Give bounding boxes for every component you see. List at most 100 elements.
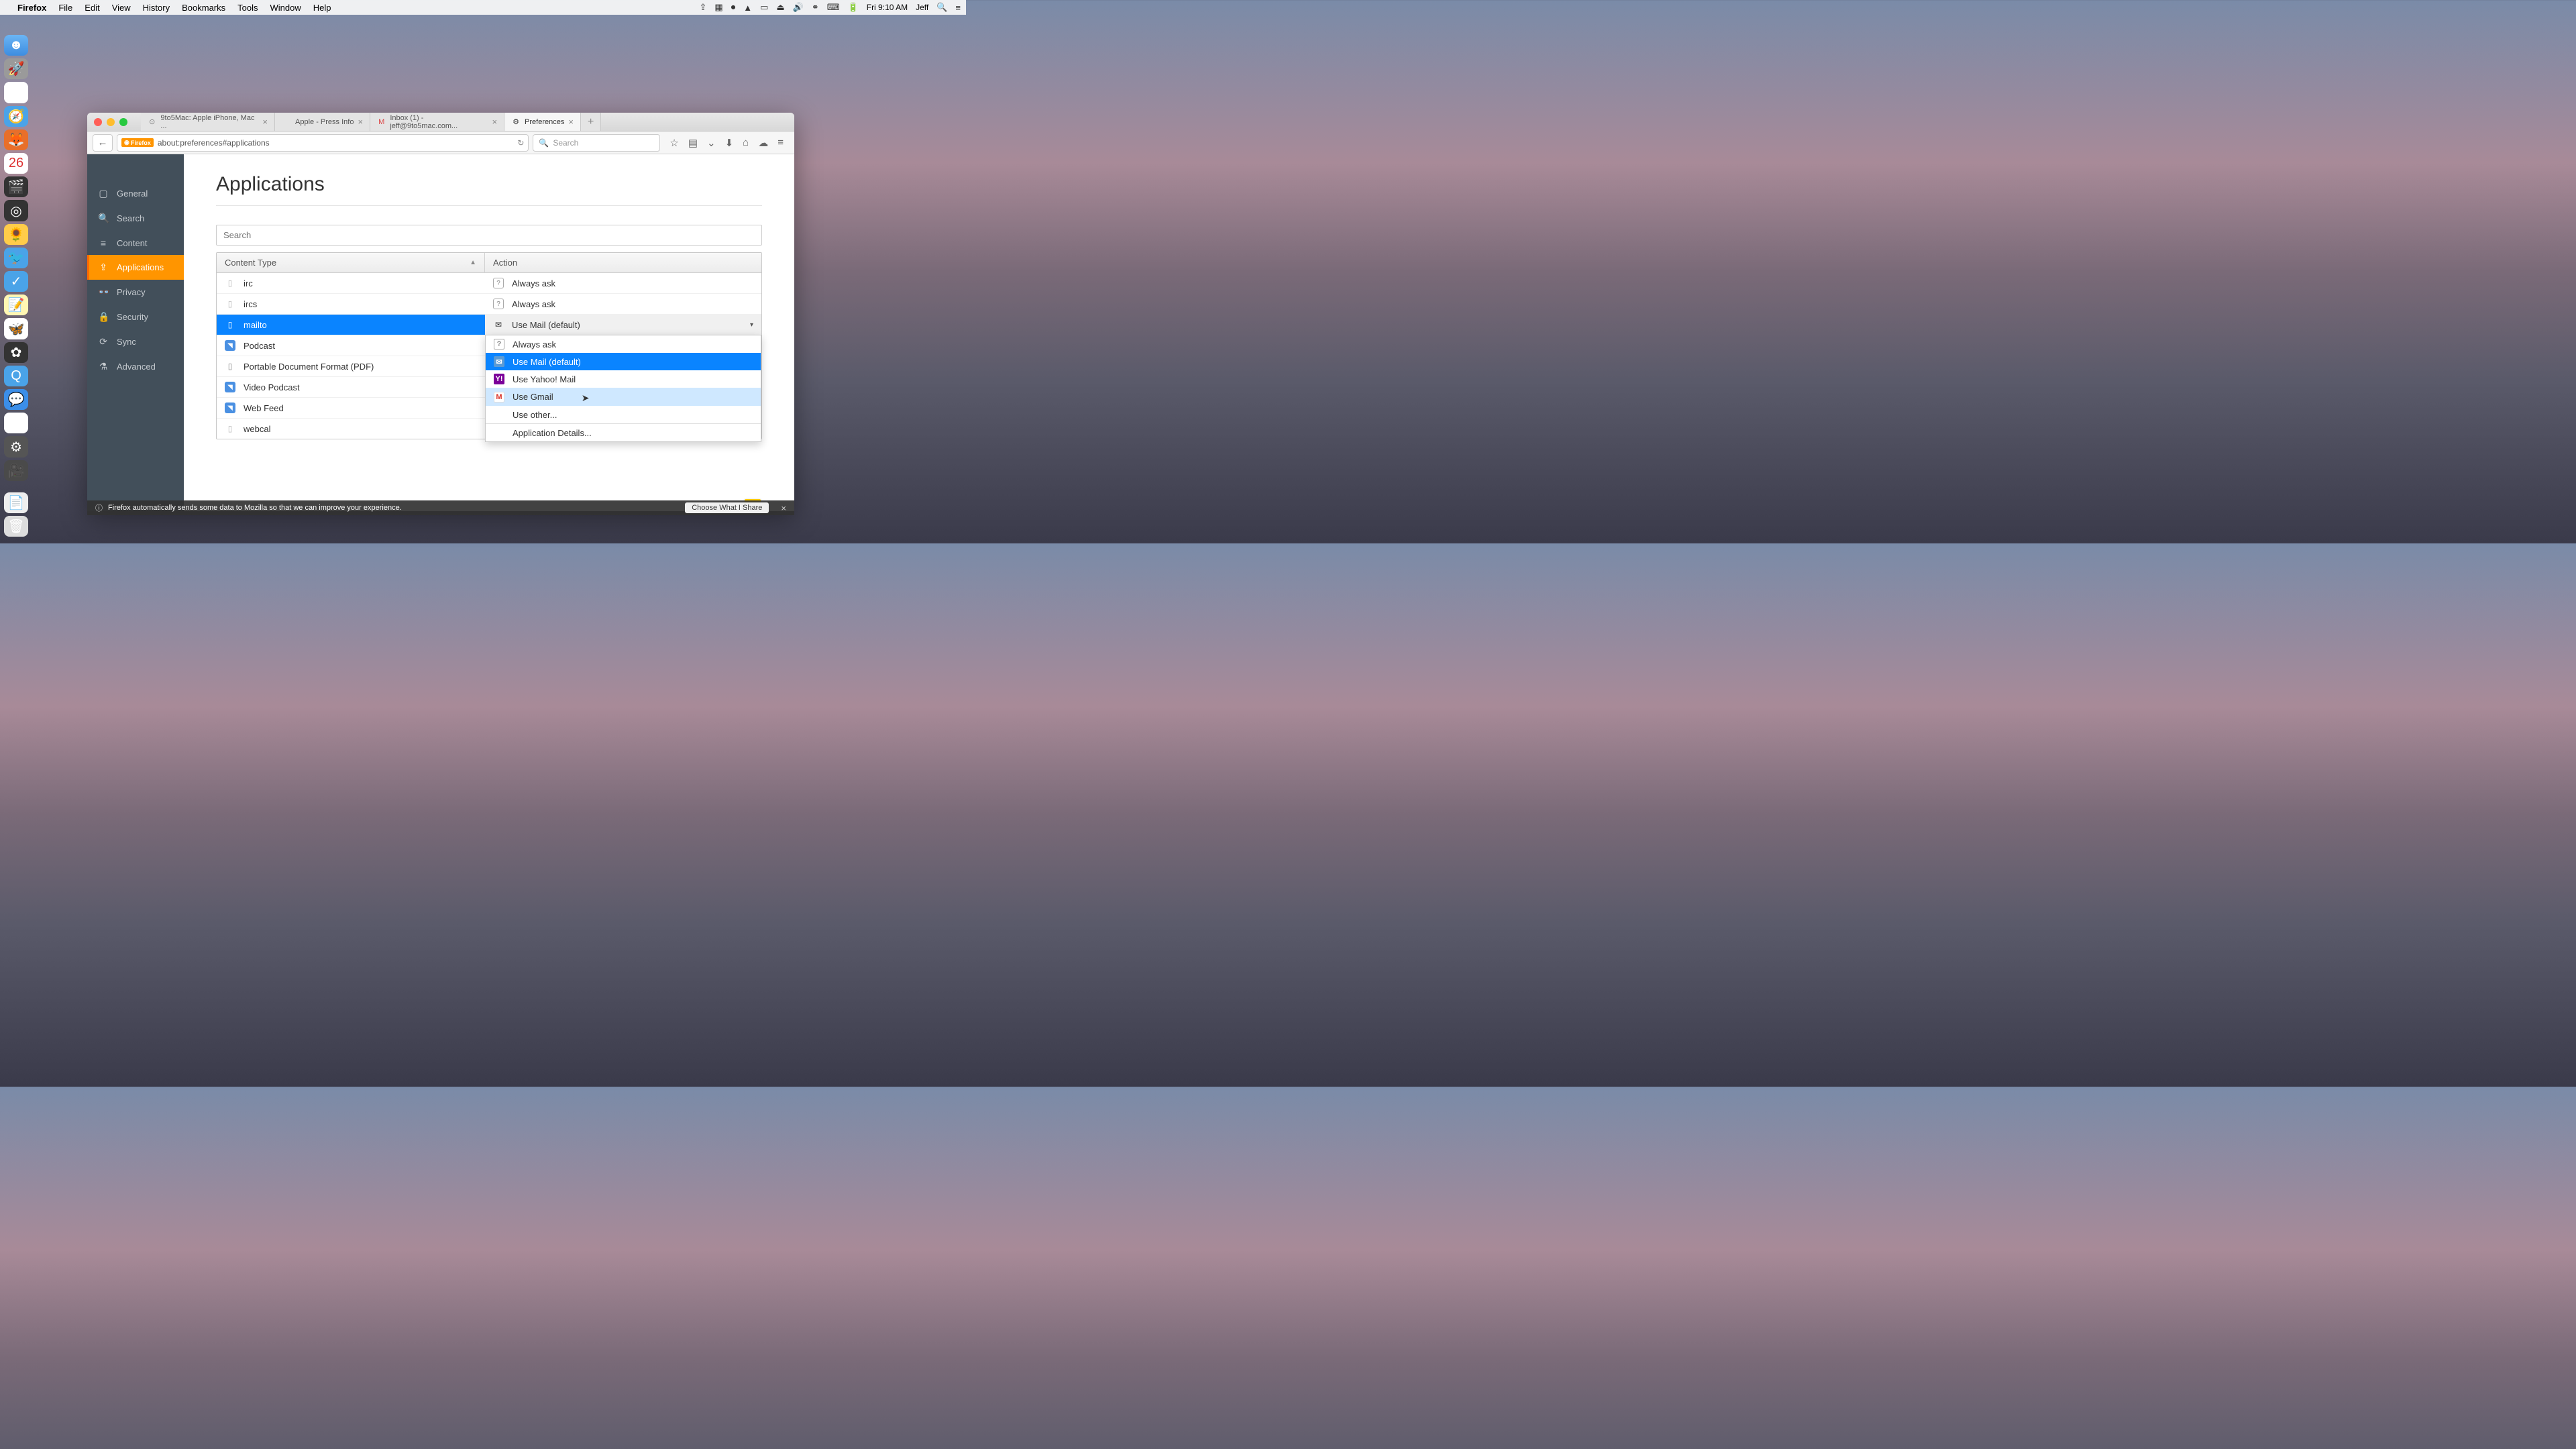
app-name[interactable]: Firefox xyxy=(17,3,46,13)
reload-icon[interactable]: ↻ xyxy=(517,138,524,148)
menu-window[interactable]: Window xyxy=(270,3,301,13)
dock-finalcut[interactable]: 🎬 xyxy=(4,176,28,197)
clock[interactable]: Fri 9:10 AM xyxy=(867,3,908,12)
sidebar-item-content[interactable]: ≡Content xyxy=(87,231,184,255)
dock-compressor[interactable]: ◎ xyxy=(4,200,28,221)
dock-photos[interactable]: ✿ xyxy=(4,342,28,363)
blank-icon xyxy=(494,409,504,420)
gmail-icon: M xyxy=(494,392,504,402)
search-bar[interactable]: 🔍 Search xyxy=(533,134,660,152)
window-minimize-button[interactable] xyxy=(107,118,115,126)
display-icon[interactable]: ▭ xyxy=(760,2,768,13)
url-bar[interactable]: ◉ Firefox about:preferences#applications… xyxy=(117,134,529,152)
dock-notes[interactable]: 📝 xyxy=(4,294,28,315)
content-type-label: webcal xyxy=(244,424,270,434)
firefox-window: ⊙9to5Mac: Apple iPhone, Mac ...× Apple -… xyxy=(87,113,794,511)
dock-butterfly[interactable]: 🦋 xyxy=(4,318,28,339)
choose-share-button[interactable]: Choose What I Share xyxy=(685,502,769,513)
column-action[interactable]: Action xyxy=(485,253,761,272)
close-tab-icon[interactable]: × xyxy=(568,117,574,127)
menu-file[interactable]: File xyxy=(58,3,72,13)
window-maximize-button[interactable] xyxy=(119,118,127,126)
dock-downloads[interactable]: 📄 xyxy=(4,492,28,513)
dock-tweetbot[interactable]: 🐦 xyxy=(4,248,28,268)
ask-icon: ? xyxy=(493,278,504,288)
dock-firefox[interactable]: 🦊 xyxy=(4,129,28,150)
pocket-icon[interactable]: ⌄ xyxy=(707,137,716,149)
dock-quicktime[interactable]: 🎥 xyxy=(4,460,28,481)
dropdown-option-other[interactable]: Use other... xyxy=(486,406,761,423)
dropdown-option-always-ask[interactable]: ?Always ask xyxy=(486,335,761,353)
menu-bookmarks[interactable]: Bookmarks xyxy=(182,3,225,13)
text-input-icon[interactable]: ⌨ xyxy=(827,2,840,13)
close-tab-icon[interactable]: × xyxy=(262,117,268,127)
wifi-icon[interactable]: ⚭ xyxy=(812,2,819,13)
dropdown-option-yahoo[interactable]: Y!Use Yahoo! Mail xyxy=(486,370,761,388)
sidebar-item-general[interactable]: ▢General xyxy=(87,181,184,206)
dock-launchpad[interactable]: 🚀 xyxy=(4,58,28,79)
dock-app[interactable]: Q xyxy=(4,366,28,386)
dock-things[interactable]: ✓ xyxy=(4,271,28,292)
eject-icon[interactable]: ⏏ xyxy=(776,2,784,13)
dropbox-icon[interactable]: ⇪ xyxy=(700,2,707,13)
close-tab-icon[interactable]: × xyxy=(492,117,497,127)
ask-icon: ? xyxy=(493,299,504,309)
dock-safari[interactable]: 🧭 xyxy=(4,106,28,127)
tab-preferences[interactable]: ⚙Preferences× xyxy=(504,113,581,131)
content-type-label: mailto xyxy=(244,320,267,330)
dock-finder[interactable]: ☻ xyxy=(4,35,28,56)
back-button[interactable]: ← xyxy=(93,134,113,152)
dock-iphoto[interactable]: 🌻 xyxy=(4,224,28,245)
dock-trash[interactable]: 🗑 xyxy=(4,516,28,537)
tab-inbox[interactable]: MInbox (1) - jeff@9to5mac.com...× xyxy=(370,113,504,131)
window-close-button[interactable] xyxy=(94,118,102,126)
dock-settings[interactable]: ⚙ xyxy=(4,436,28,457)
notification-center-icon[interactable]: ≡ xyxy=(955,3,961,13)
dropdown-option-details[interactable]: Application Details... xyxy=(486,423,761,441)
new-tab-button[interactable]: + xyxy=(581,113,601,131)
sidebar-item-search[interactable]: 🔍Search xyxy=(87,206,184,231)
menu-view[interactable]: View xyxy=(112,3,131,13)
chat-icon[interactable]: ☁ xyxy=(758,137,768,149)
dock-chrome[interactable]: ◉ xyxy=(4,82,28,103)
tab-9to5mac[interactable]: ⊙9to5Mac: Apple iPhone, Mac ...× xyxy=(141,113,275,131)
table-row[interactable]: ▯ircs ?Always ask xyxy=(217,294,761,315)
bookmark-star-icon[interactable]: ☆ xyxy=(669,137,678,149)
menu-tools[interactable]: Tools xyxy=(237,3,258,13)
dock-itunes[interactable]: ♫ xyxy=(4,413,28,433)
sidebar-item-privacy[interactable]: 👓Privacy xyxy=(87,280,184,305)
menu-help[interactable]: Help xyxy=(313,3,331,13)
applications-filter-input[interactable] xyxy=(216,225,762,246)
close-infobar-icon[interactable]: × xyxy=(781,503,786,513)
dock-messages[interactable]: 💬 xyxy=(4,389,28,410)
column-content-type[interactable]: Content Type▲ xyxy=(217,253,485,272)
sidebar-item-security[interactable]: 🔒Security xyxy=(87,305,184,329)
menu-history[interactable]: History xyxy=(143,3,170,13)
action-dropdown[interactable]: ✉ Use Mail (default) ▾ ?Always ask ✉Use … xyxy=(485,315,761,335)
dock-calendar[interactable]: 26 xyxy=(4,153,28,174)
ask-icon: ? xyxy=(494,339,504,350)
table-row-selected[interactable]: ▯mailto ✉ Use Mail (default) ▾ ?Always a… xyxy=(217,315,761,335)
sidebar-item-advanced[interactable]: ⚗Advanced xyxy=(87,354,184,379)
sidebar-item-label: General xyxy=(117,189,148,199)
menubar-icon[interactable]: ▦ xyxy=(714,2,722,13)
dropdown-option-mail[interactable]: ✉Use Mail (default) xyxy=(486,353,761,370)
reader-icon[interactable]: ▤ xyxy=(688,137,698,149)
user-name[interactable]: Jeff xyxy=(916,3,928,12)
sidebar-item-applications[interactable]: ⇪Applications xyxy=(87,255,184,280)
dropdown-option-gmail[interactable]: MUse Gmail➤ xyxy=(486,388,761,406)
menu-icon[interactable]: ≡ xyxy=(777,137,784,149)
close-tab-icon[interactable]: × xyxy=(358,117,363,127)
tab-label: Apple - Press Info xyxy=(295,118,354,126)
table-row[interactable]: ▯irc ?Always ask xyxy=(217,273,761,294)
record-icon[interactable]: ⏺ xyxy=(731,2,736,13)
menu-edit[interactable]: Edit xyxy=(85,3,99,13)
downloads-icon[interactable]: ⬇ xyxy=(725,137,734,149)
home-icon[interactable]: ⌂ xyxy=(743,137,749,149)
sidebar-item-sync[interactable]: ⟳Sync xyxy=(87,329,184,354)
spotlight-icon[interactable]: 🔍 xyxy=(936,2,947,13)
airplay-icon[interactable]: ▲ xyxy=(743,3,752,13)
volume-icon[interactable]: 🔊 xyxy=(793,2,804,13)
tab-apple[interactable]: Apple - Press Info × xyxy=(275,113,370,131)
battery-icon[interactable]: 🔋 xyxy=(848,2,859,13)
